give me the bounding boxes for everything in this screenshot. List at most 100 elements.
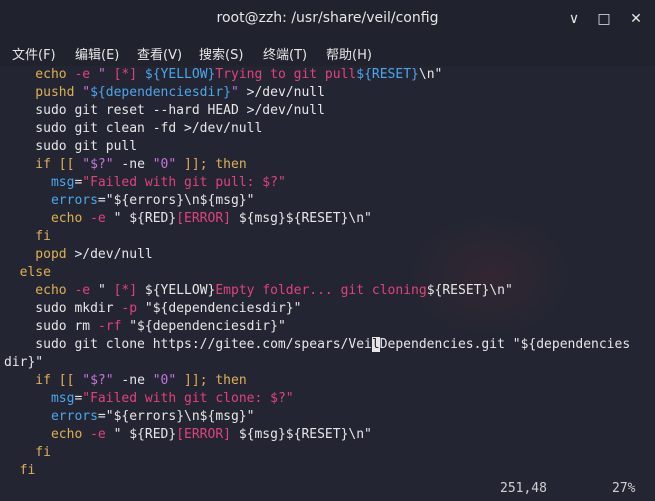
code-token: fi [4,463,36,478]
code-token: " [113,427,130,442]
menu-terminal[interactable]: 终端(T) [263,44,307,63]
code-token: fi [4,445,51,460]
code-token: ${RESET} [356,67,419,82]
code-line: if [[ "$?" -ne "0" ]]; then [4,156,630,174]
code-token: msg [4,391,75,406]
code-line: dir}" [4,354,630,372]
code-token: sudo mkdir [4,301,122,316]
code-line: else [4,264,630,282]
code-line: echo -e " [*] ${YELLOW}Trying to git pul… [4,66,630,84]
code-token: -e [74,67,98,82]
code-line: fi [4,462,630,480]
code-token: ${RED} [129,211,177,226]
minimize-button[interactable]: ∨ [565,10,583,28]
code-token: >/dev/null [246,103,325,118]
text-cursor: l [371,337,380,352]
maximize-button[interactable]: □ [595,10,613,28]
code-line: fi [4,444,630,462]
code-token: "$?" [82,373,122,388]
code-token: " [231,85,247,100]
code-token: " [82,85,91,100]
code-token: >/dev/null [184,121,263,136]
code-token: ${msg}${RESET} [238,427,349,442]
code-line: sudo mkdir -p "${dependenciesdir}" [4,300,630,318]
code-token: ${YELLOW} [144,283,216,298]
menu-search[interactable]: 搜索(S) [199,44,243,63]
scroll-percent: 27% [612,481,636,496]
code-line: fi [4,228,630,246]
code-token: = [97,409,106,424]
code-token: dir}" [4,355,44,370]
code-token: [[ [58,373,83,388]
code-token: -rf [97,319,130,334]
code-line: pushd "${dependenciesdir}" >/dev/null [4,84,630,102]
code-token: "Failed with git pull: $?" [82,175,286,190]
code-token: \n" [348,427,372,442]
code-token: -e [90,427,114,442]
code-token: ]]; then [184,373,247,388]
code-token: " [97,283,114,298]
code-token: "${errors}\n${msg}" [105,193,255,208]
code-token: Dependencies.git [379,337,513,352]
code-view[interactable]: echo -e " [*] ${YELLOW} Trying to git pul… [4,66,630,480]
code-token: -p [121,301,145,316]
code-token: sudo git pull [4,139,138,154]
code-line: errors="${errors}\n${msg}" [4,192,630,210]
menu-bar: 文件(F) 编辑(E) 查看(V) 搜索(S) 终端(T) 帮助(H) [0,40,655,66]
code-line: sudo git pull [4,138,630,156]
menu-edit[interactable]: 编辑(E) [75,44,119,63]
code-line: errors="${errors}\n${msg}" [4,408,630,426]
code-token: ${RESET} [426,283,490,298]
code-token: [[ [58,157,83,172]
code-token: fi [4,229,51,244]
code-token: sudo git clone https://gitee.com/spears/… [4,337,372,352]
terminal-area[interactable]: echo -e " [*] ${YELLOW} Trying to git pul… [0,66,655,501]
code-token: -e [74,283,98,298]
code-token: ]]; then [184,157,247,172]
code-line: if [[ "$?" -ne "0" ]]; then [4,372,630,390]
cursor-position: 251,48 [500,481,547,496]
code-token: [*] [113,283,145,298]
menu-file[interactable]: 文件(F) [12,44,56,63]
code-token: ${msg}${RESET} [238,211,349,226]
code-token: "0" [152,373,185,388]
code-token: msg [4,175,75,190]
code-token: -e [90,211,114,226]
code-token: ${RED} [129,427,177,442]
code-token: sudo rm [4,319,98,334]
code-token: "0" [152,157,185,172]
code-line: sudo git reset --hard HEAD >/dev/null [4,102,630,120]
code-line: msg="Failed with git pull: $?" [4,174,630,192]
code-token: >/dev/null [246,85,325,100]
code-token: Trying to git pull [215,67,357,82]
code-line: msg="Failed with git clone: $?" [4,390,630,408]
code-token: Empty folder... git cloning [215,283,427,298]
window-title: root@zzh: /usr/share/veil/config [216,10,439,26]
code-token: "${dependenciesdir}" [129,319,286,334]
code-line: popd >/dev/null [4,246,630,264]
status-line: 251,48 27% [0,479,655,499]
code-token: else [4,265,51,280]
code-token: = [97,193,106,208]
code-token: "Failed with git clone: $?" [82,391,294,406]
code-token: \n" [418,67,443,82]
code-token: [*] [113,67,145,82]
code-token: "${dependencies [512,337,631,352]
code-token: echo [4,211,91,226]
code-token: ${dependenciesdir} [90,85,231,100]
code-token: -ne [121,157,153,172]
code-token: "${dependenciesdir}" [144,301,302,316]
code-line: sudo git clone https://gitee.com/spears/… [4,336,630,354]
code-token: sudo git clean -fd [4,121,185,136]
code-token: [ERROR] [176,211,239,226]
close-button[interactable]: ✕ [627,10,645,28]
code-token: errors [4,193,98,208]
code-token: >/dev/null [74,247,153,262]
menu-view[interactable]: 查看(V) [137,44,182,63]
code-line: sudo git clean -fd >/dev/null [4,120,630,138]
code-token: pushd [4,85,83,100]
code-token: sudo git reset --hard HEAD [4,103,247,118]
menu-help[interactable]: 帮助(H) [326,44,372,63]
code-token: "$?" [82,157,122,172]
code-token: " [113,211,130,226]
